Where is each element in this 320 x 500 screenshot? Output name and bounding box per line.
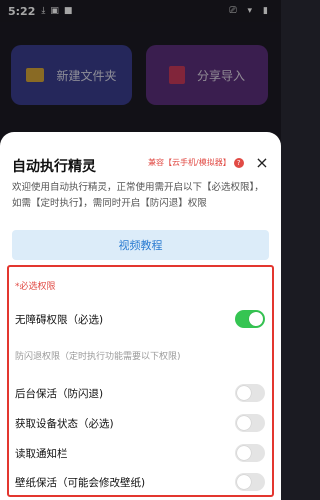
wallpaper-keepalive-toggle[interactable] [235, 473, 265, 491]
permission-label: 后台保活（防闪退) [15, 387, 104, 400]
video-tutorial-button[interactable]: 视频教程 [12, 230, 269, 260]
device-state-toggle[interactable] [235, 414, 265, 432]
background-keepalive-toggle[interactable] [235, 384, 265, 402]
intro-text: 欢迎使用自动执行精灵，正常使用需开启以下【必选权限】，如需【定时执行】，需同时开… [12, 182, 264, 209]
help-icon[interactable]: ? [233, 157, 244, 168]
close-button[interactable]: × [253, 153, 271, 172]
required-permissions-header: *必选权限 [15, 282, 56, 292]
permission-row-device-state[interactable]: 获取设备状态（必选) [15, 413, 265, 433]
permission-list: *必选权限 无障碍权限（必选) 防闪退权限（定时执行功能需要以下权限) 后台保活… [7, 265, 274, 497]
permission-sheet: 自动执行精灵 兼容【云手机/模拟器】 ? × 欢迎使用自动执行精灵，正常使用需开… [0, 132, 281, 500]
accessibility-toggle[interactable] [235, 310, 265, 328]
toggle-knob [237, 416, 251, 430]
permission-label: 壁纸保活（可能会修改壁纸) [15, 476, 146, 489]
compat-text: 兼容【云手机/模拟器】 [148, 158, 231, 167]
sheet-title: 自动执行精灵 [12, 159, 96, 175]
permission-label: 获取设备状态（必选) [15, 417, 114, 430]
notification-toggle[interactable] [235, 444, 265, 462]
permission-row-background[interactable]: 后台保活（防闪退) [15, 383, 265, 403]
toggle-knob [237, 446, 251, 460]
permission-row-notification[interactable]: 读取通知栏 [15, 443, 265, 463]
permission-row-accessibility[interactable]: 无障碍权限（必选) [15, 309, 265, 329]
permission-row-wallpaper[interactable]: 壁纸保活（可能会修改壁纸) [15, 472, 265, 492]
anti-crash-note: 防闪退权限（定时执行功能需要以下权限) [15, 351, 181, 362]
compat-link[interactable]: 兼容【云手机/模拟器】 ? [148, 157, 244, 168]
permission-label: 无障碍权限（必选) [15, 313, 104, 326]
anti-crash-note-row: 防闪退权限（定时执行功能需要以下权限) [15, 345, 265, 365]
toggle-knob [237, 475, 251, 489]
toggle-knob [237, 386, 251, 400]
permission-label: 读取通知栏 [15, 447, 68, 460]
toggle-knob [249, 312, 263, 326]
